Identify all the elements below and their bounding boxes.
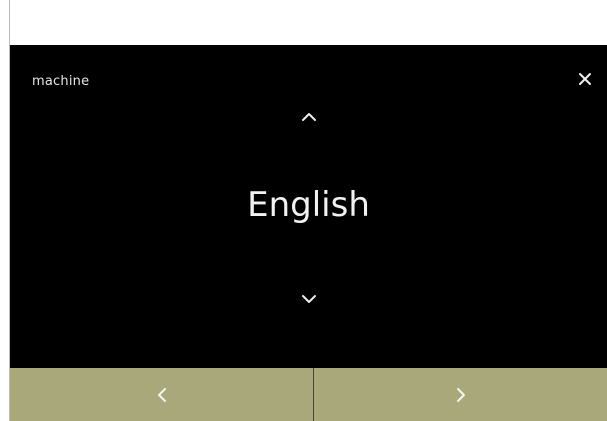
chevron-up-icon [302,113,316,121]
language-value: English [247,185,370,225]
chevron-left-icon [157,387,166,402]
scroll-up-button[interactable] [297,108,321,126]
next-button[interactable] [314,368,607,421]
settings-screen: machine English [10,45,607,368]
close-button[interactable] [571,65,599,93]
device-display: machine English [0,0,607,421]
close-icon [579,73,591,85]
previous-button[interactable] [10,368,313,421]
chevron-right-icon [456,387,465,402]
scroll-down-button[interactable] [297,290,321,308]
footer-bar [10,368,607,421]
screen-title: machine [32,74,90,89]
chevron-down-icon [302,295,316,303]
